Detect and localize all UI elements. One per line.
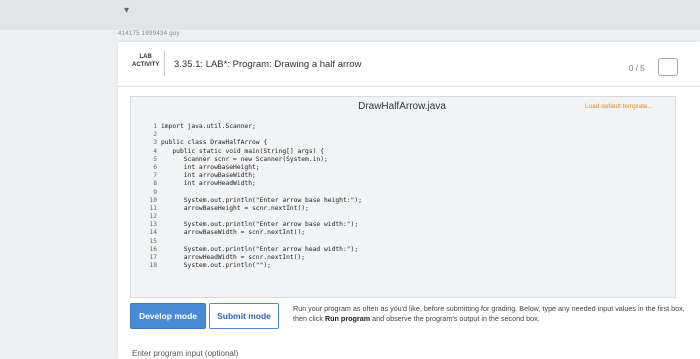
code-line[interactable]: 10 System.out.println("Enter arrow base … xyxy=(145,197,665,205)
code-line[interactable]: 13 System.out.println("Enter arrow base … xyxy=(145,221,665,229)
line-number: 18 xyxy=(149,262,157,270)
code-line[interactable]: 12 xyxy=(145,213,665,221)
line-number: 6 xyxy=(153,163,157,171)
code-text[interactable]: int arrowBaseWidth; xyxy=(161,172,256,180)
code-line[interactable]: 3 public class DrawHalfArrow { xyxy=(145,139,665,147)
code-text[interactable]: int arrowBaseHeight; xyxy=(161,164,260,172)
code-editor[interactable]: DrawHalfArrow.java Load default template… xyxy=(130,96,676,298)
code-line[interactable]: 15 xyxy=(145,238,665,246)
lab-type-line2: ACTIVITY xyxy=(132,62,160,68)
code-text[interactable]: public class DrawHalfArrow { xyxy=(161,139,267,147)
lab-type-line1: LAB xyxy=(139,54,152,60)
code-text[interactable]: arrowBaseWidth = scnr.nextInt(); xyxy=(161,229,305,237)
line-number: 15 xyxy=(149,237,157,245)
code-line[interactable]: 5 Scanner scnr = new Scanner(System.in); xyxy=(145,156,665,164)
line-number: 2 xyxy=(153,131,157,139)
line-number: 12 xyxy=(149,213,157,221)
code-text[interactable]: public static void main(String[] args) { xyxy=(161,148,324,156)
code-line[interactable]: 7 int arrowBaseWidth; xyxy=(145,172,665,180)
code-text[interactable]: import java.util.Scanner; xyxy=(161,123,256,131)
develop-mode-button[interactable]: Develop mode xyxy=(130,303,206,329)
line-number: 5 xyxy=(153,155,157,163)
code-line[interactable]: 16 System.out.println("Enter arrow head … xyxy=(145,246,665,254)
lab-title: 3.35.1: LAB*: Program: Drawing a half ar… xyxy=(174,59,362,70)
line-number: 9 xyxy=(153,188,157,196)
program-input-label: Enter program input (optional) xyxy=(132,349,239,358)
code-text[interactable]: arrowHeadWidth = scnr.nextInt(); xyxy=(161,254,305,262)
run-program-emphasis: Run program xyxy=(324,314,371,323)
line-number: 16 xyxy=(149,245,157,253)
line-number: 13 xyxy=(149,221,157,229)
line-number: 4 xyxy=(153,147,157,155)
instructions-part2: and observe the program's output in the … xyxy=(370,314,540,323)
chevron-down-icon[interactable]: ▾ xyxy=(124,5,129,16)
header-divider xyxy=(164,50,165,76)
submit-mode-button[interactable]: Submit mode xyxy=(209,303,279,329)
score-box xyxy=(658,58,678,76)
code-text[interactable]: Scanner scnr = new Scanner(System.in); xyxy=(161,156,328,164)
code-line[interactable]: 2 xyxy=(145,131,665,139)
lab-header: LAB ACTIVITY 3.35.1: LAB*: Program: Draw… xyxy=(118,42,700,87)
code-line[interactable]: 4 public static void main(String[] args)… xyxy=(145,148,665,156)
code-line[interactable]: 9 xyxy=(145,189,665,197)
code-area[interactable]: 1 import java.util.Scanner; 2 3 public class… xyxy=(145,123,665,270)
load-default-template-link[interactable]: Load default template... xyxy=(585,103,653,110)
code-line[interactable]: 18 System.out.println(""); xyxy=(145,262,665,270)
code-text[interactable]: int arrowHeadWidth; xyxy=(161,180,256,188)
code-text[interactable]: arrowBaseHeight = scnr.nextInt(); xyxy=(161,205,309,213)
code-line[interactable]: 1 import java.util.Scanner; xyxy=(145,123,665,131)
file-name: DrawHalfArrow.java xyxy=(358,101,446,112)
line-number: 7 xyxy=(153,172,157,180)
code-text[interactable]: System.out.println("Enter arrow base wid… xyxy=(161,221,358,229)
code-line[interactable]: 6 int arrowBaseHeight; xyxy=(145,164,665,172)
line-number: 3 xyxy=(153,139,157,147)
breadcrumb: 414175 1999434 goy xyxy=(118,31,180,37)
lab-activity-label: LAB ACTIVITY xyxy=(132,53,159,69)
code-line[interactable]: 14 arrowBaseWidth = scnr.nextInt(); xyxy=(145,229,665,237)
code-text[interactable]: System.out.println(""); xyxy=(161,262,271,270)
line-number: 17 xyxy=(149,254,157,261)
code-text[interactable]: System.out.println("Enter arrow head wid… xyxy=(161,246,358,254)
line-number: 14 xyxy=(149,229,157,237)
lab-card: LAB ACTIVITY 3.35.1: LAB*: Program: Draw… xyxy=(118,42,700,359)
code-text[interactable]: System.out.println("Enter arrow base hei… xyxy=(161,197,362,205)
line-number: 8 xyxy=(153,180,157,188)
code-line[interactable]: 11 arrowBaseHeight = scnr.nextInt(); xyxy=(145,205,665,213)
code-line[interactable]: 8 int arrowHeadWidth; xyxy=(145,180,665,188)
top-bar: ▾ xyxy=(0,0,700,30)
line-number: 10 xyxy=(149,196,157,204)
line-number: 11 xyxy=(149,204,157,212)
run-instructions: Run your program as often as you'd like,… xyxy=(293,304,695,324)
score-text: 0 / 5 xyxy=(629,64,645,73)
breadcrumb-strip: 414175 1999434 goy xyxy=(118,30,228,42)
code-line[interactable]: 17 arrowHeadWidth = scnr.nextInt(); xyxy=(145,254,665,262)
line-number: 1 xyxy=(153,123,157,130)
